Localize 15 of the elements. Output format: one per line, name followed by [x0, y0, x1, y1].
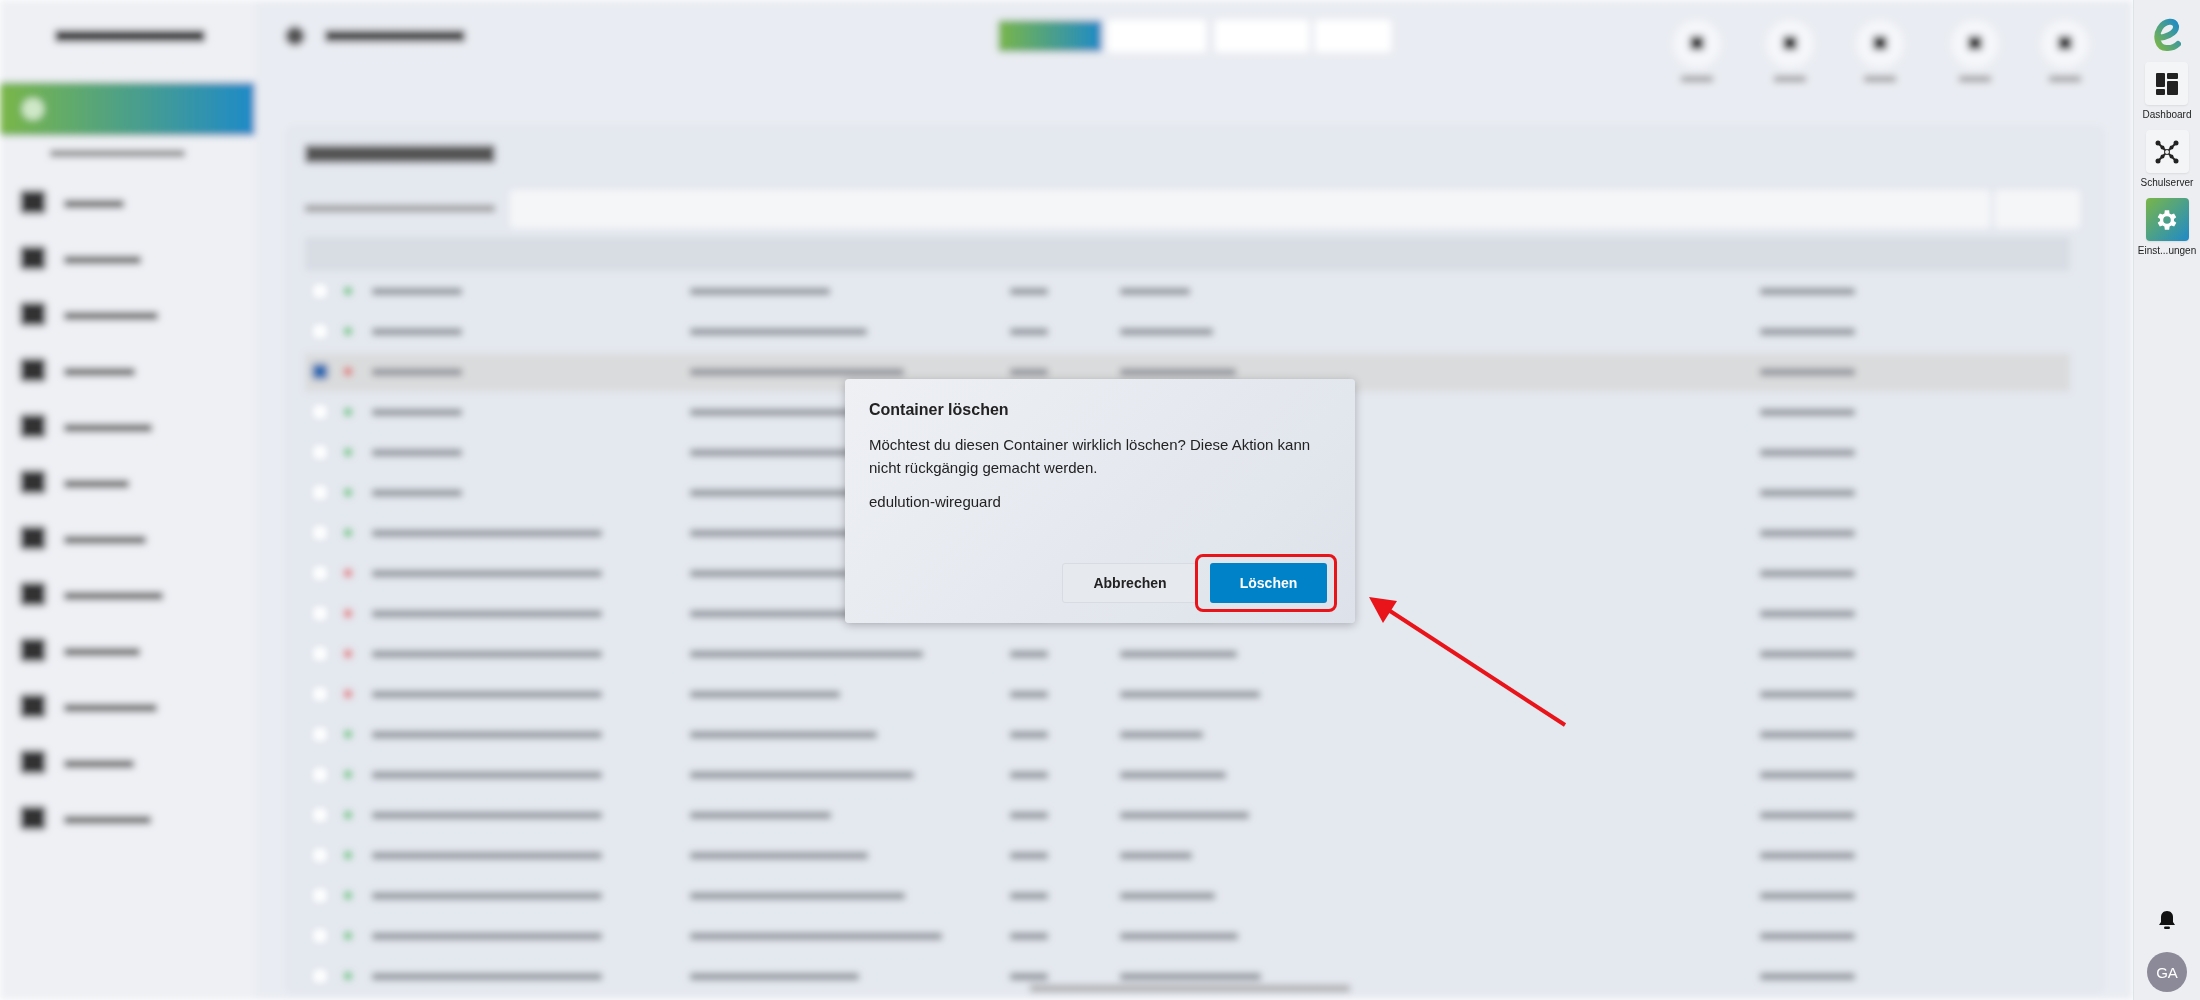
dashboard-icon — [2155, 71, 2179, 96]
dialog-message: Möchtest du diesen Container wirklich löschen? Diese Aktion kann nicht rückgängig gemacht werden. — [869, 435, 1312, 478]
logo-icon — [2153, 18, 2181, 52]
user-avatar[interactable]: GA — [2147, 952, 2187, 992]
app-bar-label: Dashboard — [2142, 109, 2192, 120]
app-bar-button[interactable] — [2145, 62, 2189, 105]
app-bar-label: Einst...ungen — [2137, 245, 2197, 256]
cancel-button[interactable]: Abbrechen — [1062, 563, 1198, 603]
network-icon — [2155, 139, 2179, 164]
container-name: edulution-wireguard — [869, 493, 1002, 510]
dialog-title: Container löschen — [869, 401, 1010, 419]
delete-button[interactable]: Löschen — [1210, 563, 1327, 603]
bell-icon[interactable] — [2158, 910, 2176, 930]
app-bar-label: Schulserver — [2140, 177, 2194, 188]
app-bar-button[interactable] — [2145, 130, 2189, 173]
